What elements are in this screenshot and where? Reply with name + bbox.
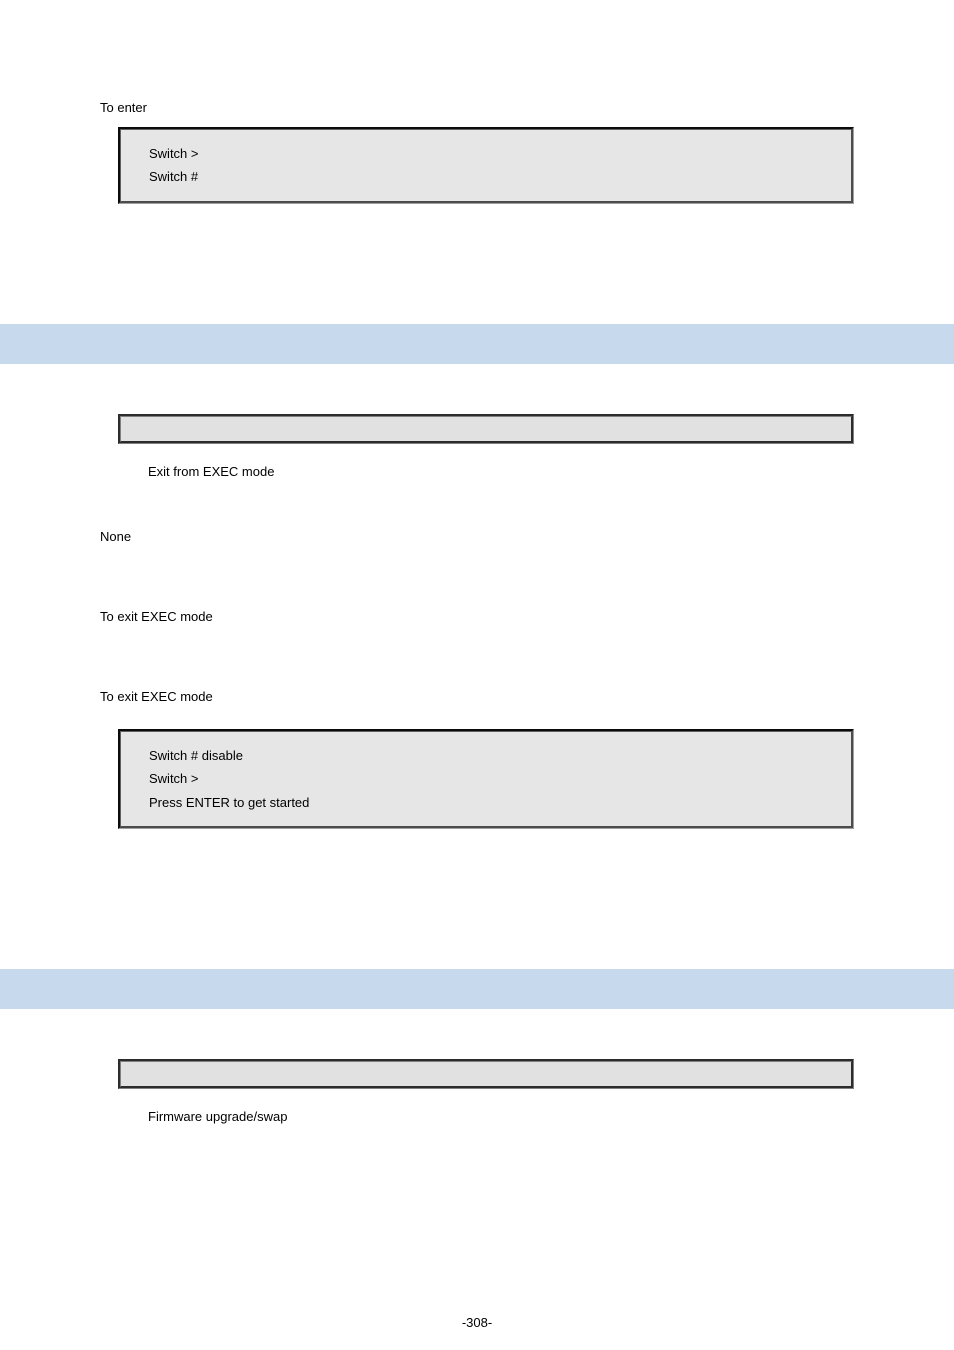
usage-label: To exit EXEC mode [100,609,854,624]
code-line: Switch # disable [149,744,823,767]
syntax-box-1 [118,414,854,444]
intro-text: To enter [100,100,854,115]
default-label: None [100,529,854,544]
example-label: To exit EXEC mode [100,689,854,704]
page-number: -308- [0,1315,954,1330]
code-line: Switch > [149,767,823,790]
desc-text-1: Exit from EXEC mode [148,464,854,479]
code-block-1: Switch > Switch # [118,127,854,204]
code-block-2: Switch # disable Switch > Press ENTER to… [118,729,854,829]
section-header-1 [0,324,954,364]
section-header-2 [0,969,954,1009]
code-line: Switch # [149,165,823,188]
code-line: Switch > [149,142,823,165]
syntax-box-2 [118,1059,854,1089]
desc-text-2: Firmware upgrade/swap [148,1109,854,1124]
code-line: Press ENTER to get started [149,791,823,814]
